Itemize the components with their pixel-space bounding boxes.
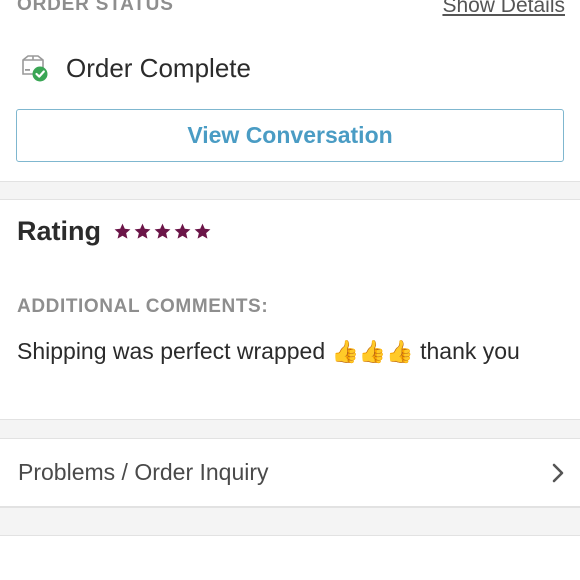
show-details-link[interactable]: Show Details — [442, 0, 565, 18]
star-icon — [194, 223, 211, 239]
comment-text-start: Shipping was perfect wrapped — [17, 338, 326, 364]
star-icon — [174, 223, 191, 239]
order-status-heading: ORDER STATUS — [17, 0, 174, 15]
order-inquiry-label: Problems / Order Inquiry — [18, 459, 269, 485]
thumbs-up-emoji: 👍👍👍 — [331, 339, 414, 364]
star-icon — [154, 223, 171, 239]
rating-label: Rating — [17, 216, 101, 246]
rating-stars — [113, 222, 213, 241]
order-inquiry-row[interactable]: Problems / Order Inquiry — [0, 438, 580, 507]
section-divider — [0, 181, 580, 200]
box-check-icon — [17, 52, 49, 84]
order-status-row: Order Complete — [17, 50, 251, 86]
rating-row: Rating — [17, 216, 213, 247]
comment-text: Shipping was perfect wrapped 👍👍👍 thank y… — [17, 334, 562, 369]
view-conversation-button[interactable]: View Conversation — [16, 109, 564, 162]
order-status-text: Order Complete — [66, 52, 251, 83]
comment-text-end: thank you — [420, 338, 520, 364]
additional-comments-label: ADDITIONAL COMMENTS: — [17, 296, 269, 317]
star-icon — [114, 223, 131, 239]
section-divider — [0, 419, 580, 440]
star-icon — [134, 223, 151, 239]
section-divider — [0, 507, 580, 536]
chevron-right-icon — [550, 461, 566, 485]
